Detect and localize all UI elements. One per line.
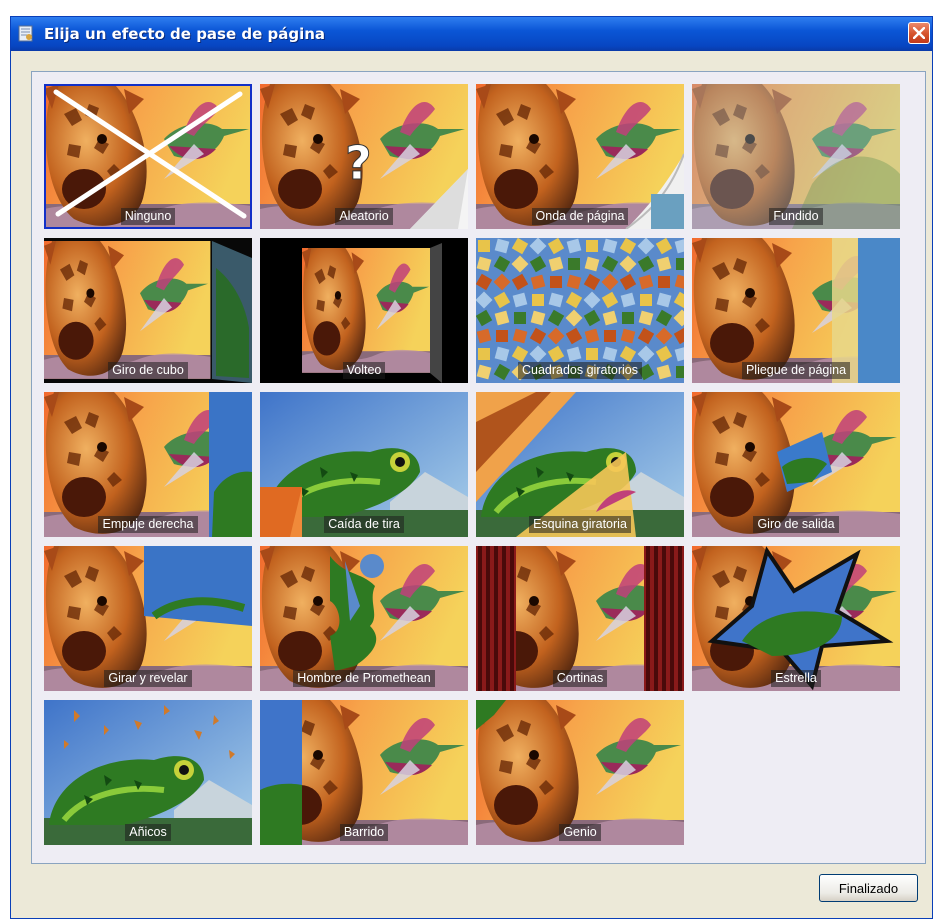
effect-thumbnail: ?	[260, 84, 468, 229]
effect-tile[interactable]: Giro de salida	[692, 392, 900, 537]
effect-thumbnail	[44, 700, 252, 845]
effect-thumbnail	[476, 546, 684, 691]
effect-tile[interactable]: Giro de cubo	[44, 238, 252, 383]
effect-thumbnail	[44, 84, 252, 229]
effect-thumbnail	[44, 238, 252, 383]
effect-tile[interactable]: Genio	[476, 700, 684, 845]
effect-tile[interactable]: Estrella	[692, 546, 900, 691]
effect-tile[interactable]: Cuadrados giratorios	[476, 238, 684, 383]
done-button[interactable]: Finalizado	[819, 874, 918, 902]
effect-thumbnail	[692, 546, 900, 691]
effect-thumbnail	[260, 546, 468, 691]
effect-tile[interactable]: ? Aleatorio	[260, 84, 468, 229]
dialog-window: Elija un efecto de pase de página Ningun…	[10, 16, 933, 919]
effect-thumbnail	[692, 392, 900, 537]
title-bar[interactable]: Elija un efecto de pase de página	[11, 17, 932, 51]
effect-tile[interactable]: Girar y revelar	[44, 546, 252, 691]
effect-thumbnail	[692, 238, 900, 383]
effect-tile[interactable]: Añicos	[44, 700, 252, 845]
effect-thumbnail	[476, 392, 684, 537]
effect-tile[interactable]: Onda de página	[476, 84, 684, 229]
effect-tile[interactable]: Hombre de Promethean	[260, 546, 468, 691]
effect-tile[interactable]: Pliegue de página	[692, 238, 900, 383]
effect-thumbnail	[260, 392, 468, 537]
effect-thumbnail	[476, 84, 684, 229]
effect-thumbnail	[692, 84, 900, 229]
app-icon	[18, 25, 33, 42]
effect-tile[interactable]: Empuje derecha	[44, 392, 252, 537]
effect-tile[interactable]: Esquina giratoria	[476, 392, 684, 537]
effect-tile[interactable]: Cortinas	[476, 546, 684, 691]
effect-thumbnail	[260, 700, 468, 845]
effect-tile[interactable]: Barrido	[260, 700, 468, 845]
effects-panel: Ninguno ? Aleatorio Onda de página Fundi…	[31, 71, 926, 864]
effect-thumbnail	[476, 700, 684, 845]
window-title: Elija un efecto de pase de página	[44, 25, 326, 43]
effect-thumbnail	[476, 238, 684, 383]
effect-tile[interactable]: Volteo	[260, 238, 468, 383]
effect-tile[interactable]: Caída de tira	[260, 392, 468, 537]
effect-tile[interactable]: Ninguno	[44, 84, 252, 229]
close-icon	[913, 27, 925, 39]
close-button[interactable]	[908, 22, 930, 44]
effect-thumbnail	[44, 546, 252, 691]
effect-thumbnail	[44, 392, 252, 537]
svg-text:?: ?	[345, 136, 372, 190]
effect-tile[interactable]: Fundido	[692, 84, 900, 229]
effect-thumbnail	[260, 238, 468, 383]
